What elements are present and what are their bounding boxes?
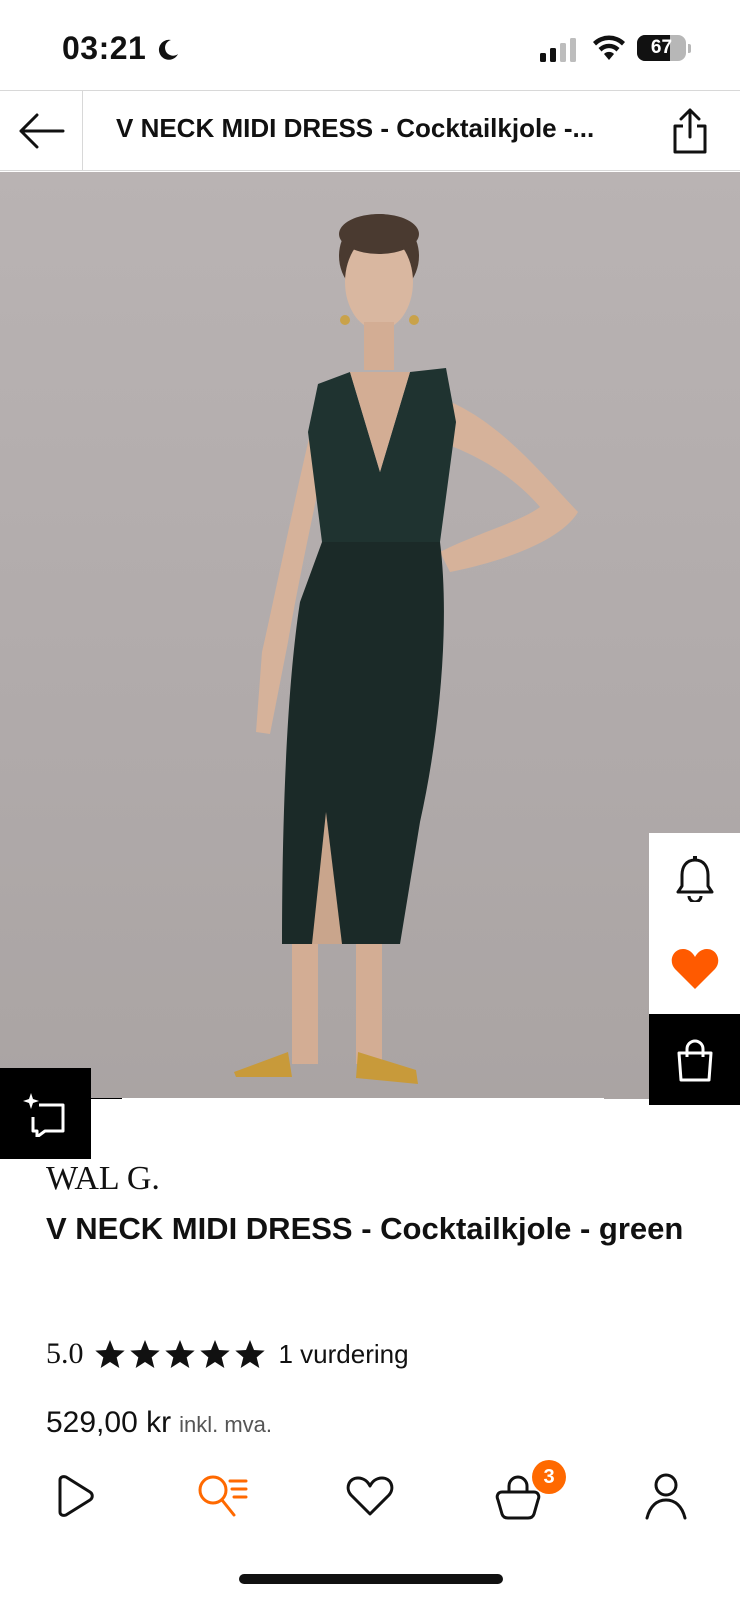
header-title: V NECK MIDI DRESS - Cocktailkjole -... — [116, 113, 595, 143]
side-actions — [649, 833, 740, 1105]
bell-icon — [676, 855, 713, 902]
product-title: V NECK MIDI DRESS - Cocktailkjole - gree… — [46, 1211, 684, 1246]
battery-percent: 67 — [650, 37, 673, 58]
status-bar: 03:21 67 — [0, 0, 740, 90]
product-image[interactable] — [0, 172, 740, 1099]
shopping-bag-icon — [677, 1039, 712, 1081]
bottom-nav: 3 — [0, 1448, 740, 1538]
vat-note: inkl. mva. — [179, 1412, 273, 1437]
star-icon — [199, 1340, 230, 1368]
product-header: V NECK MIDI DRESS - Cocktailkjole -... — [0, 90, 740, 171]
star-icon — [129, 1340, 160, 1368]
favorite-button[interactable] — [649, 924, 740, 1014]
price: 529,00 kr — [46, 1406, 172, 1439]
image-progress-track — [91, 1098, 604, 1099]
search-icon — [198, 1475, 248, 1517]
status-time: 03:21 — [62, 30, 147, 66]
rating-score: 5.0 — [46, 1337, 84, 1370]
heart-icon — [346, 1476, 394, 1516]
nav-discover[interactable] — [44, 1466, 104, 1526]
back-button[interactable] — [0, 91, 83, 170]
star-icon — [94, 1340, 125, 1368]
nav-profile[interactable] — [636, 1466, 696, 1526]
notify-button[interactable] — [649, 833, 740, 924]
wifi-icon — [593, 35, 625, 60]
rating-row[interactable]: 5.0 1 vurdering — [46, 1336, 409, 1372]
share-icon — [673, 108, 707, 154]
price-row: 529,00 kr inkl. mva. — [46, 1406, 272, 1440]
heart-filled-icon — [671, 949, 718, 989]
image-progress-fill — [91, 1098, 122, 1099]
ai-try-on-icon — [22, 1092, 64, 1137]
play-icon — [58, 1475, 94, 1517]
model-photo — [234, 214, 578, 1084]
rating-count: 1 vurdering — [278, 1338, 409, 1369]
nav-wishlist[interactable] — [340, 1466, 400, 1526]
share-button[interactable] — [664, 105, 716, 157]
star-icon — [234, 1340, 265, 1368]
nav-search[interactable] — [192, 1466, 252, 1526]
brand-name[interactable]: WAL G. — [46, 1160, 160, 1198]
add-to-bag-button[interactable] — [649, 1014, 740, 1105]
home-indicator — [239, 1574, 503, 1584]
nav-cart[interactable]: 3 — [488, 1460, 566, 1526]
cart-count-badge: 3 — [532, 1460, 566, 1494]
battery-indicator: 67 — [637, 35, 691, 61]
moon-icon — [158, 39, 178, 60]
rating-stars — [94, 1338, 269, 1370]
star-icon — [164, 1340, 195, 1368]
profile-icon — [645, 1473, 687, 1520]
signal-icon — [540, 38, 576, 62]
arrow-left-icon — [19, 113, 65, 148]
try-on-button[interactable] — [0, 1068, 91, 1159]
